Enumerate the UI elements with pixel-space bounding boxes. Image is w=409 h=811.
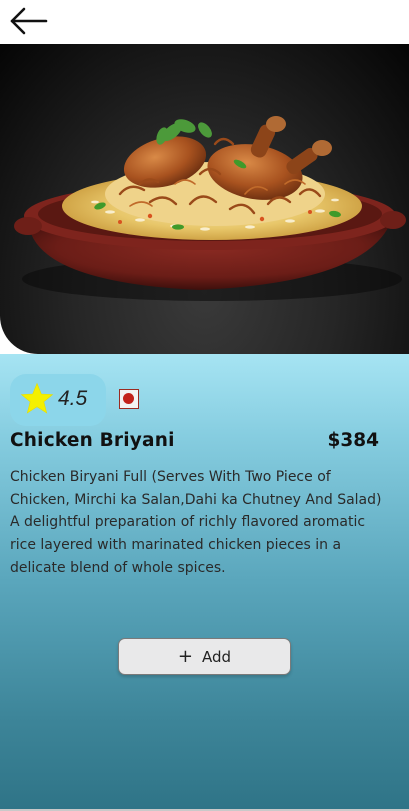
rating-value: 4.5: [58, 387, 88, 410]
plus-icon: +: [177, 645, 194, 667]
back-button[interactable]: [8, 5, 48, 37]
dish-description: Chicken Biryani Full (Serves With Two Pi…: [10, 469, 382, 576]
top-bar: [0, 0, 409, 44]
arrow-left-icon: [10, 7, 48, 35]
star-icon: [20, 382, 54, 414]
rating-badge: 4.5: [10, 374, 106, 426]
non-veg-icon: [119, 389, 139, 409]
dish-name: Chicken Briyani: [10, 430, 175, 451]
add-button[interactable]: + Add: [118, 638, 291, 675]
dish-price: $384: [327, 430, 380, 451]
dish-image: [0, 44, 409, 354]
add-button-label: Add: [202, 647, 232, 666]
details-panel: 4.5 Chicken Briyani $384 Chicken Biryani…: [0, 354, 409, 809]
